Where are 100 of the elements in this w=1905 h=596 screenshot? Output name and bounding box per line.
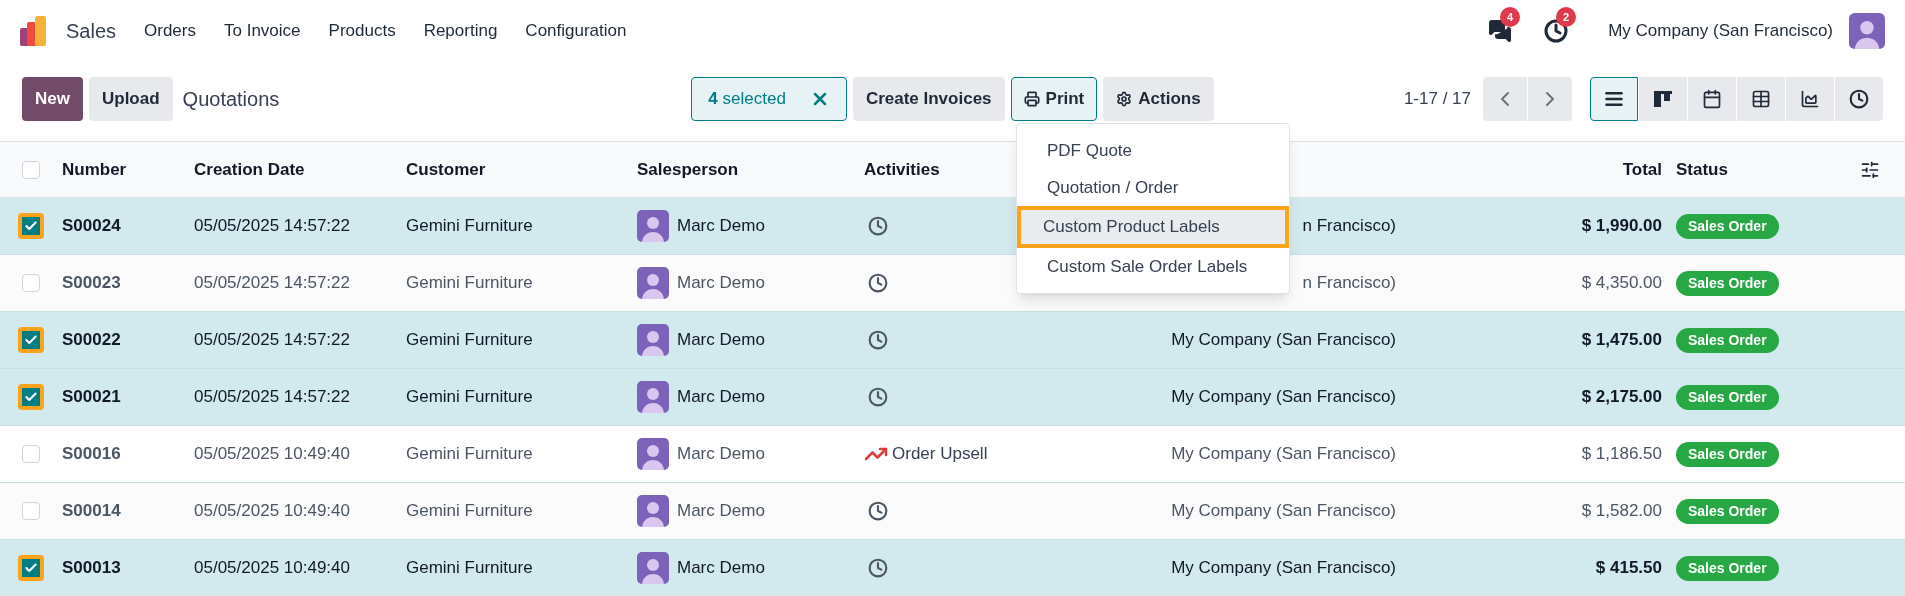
status-badge: Sales Order <box>1676 214 1779 239</box>
table-cell-text: $ 1,186.50 <box>1581 443 1662 466</box>
breadcrumb-title: Quotations <box>182 86 280 112</box>
view-switch-button[interactable] <box>1639 76 1687 121</box>
notification-badge: 4 <box>1500 7 1521 27</box>
table-cell-text: 05/05/2025 14:57:22 <box>194 329 351 352</box>
graph-view-icon <box>1800 88 1820 109</box>
status-badge: Sales Order <box>1676 442 1779 467</box>
status-badge: Sales Order <box>1676 499 1779 524</box>
column-header[interactable]: Status <box>1676 156 1860 183</box>
menu-item[interactable]: Products <box>328 18 396 44</box>
actions-button[interactable]: Actions <box>1103 76 1214 121</box>
check-icon <box>24 561 38 575</box>
column-header[interactable]: Number <box>62 156 194 183</box>
calendar-view-icon <box>1702 88 1722 109</box>
table-cell-text: S00021 <box>62 386 122 409</box>
checkbox[interactable] <box>18 327 44 353</box>
table-cell-text: Gemini Furniture <box>406 443 534 466</box>
table-cell-text: $ 4,350.00 <box>1581 272 1662 295</box>
pivot-view-icon <box>1751 88 1771 109</box>
table-cell-text: My Company (San Francisco) <box>1171 500 1396 523</box>
table-cell-text: My Company (San Francisco) <box>1171 557 1396 580</box>
menu-item[interactable]: Orders <box>144 18 196 44</box>
status-badge: Sales Order <box>1676 556 1779 581</box>
status-badge: Sales Order <box>1676 328 1779 353</box>
print-button[interactable]: Print <box>1010 76 1098 121</box>
create-invoices-button[interactable]: Create Invoices <box>852 76 1005 121</box>
avatar-icon <box>637 438 669 470</box>
checkbox[interactable] <box>18 213 44 239</box>
menu-item[interactable]: To Invoice <box>224 18 301 44</box>
column-header[interactable]: Creation Date <box>194 156 406 183</box>
dropdown-item[interactable]: Custom Product Labels <box>1017 206 1289 248</box>
column-settings-icon[interactable] <box>1860 159 1880 180</box>
checkbox[interactable] <box>22 445 40 463</box>
table-cell-text: Marc Demo <box>677 500 765 523</box>
table-cell-text: 05/05/2025 10:49:40 <box>194 557 351 580</box>
table-cell-text: S00023 <box>62 272 122 295</box>
table-row[interactable]: S00021 05/05/2025 14:57:22 Gemini Furniture Marc Demo My Company (San Francisco) $ 2,175.00 Sales Order <box>0 369 1905 426</box>
avatar-icon <box>637 381 669 413</box>
view-switch-button[interactable] <box>1590 76 1638 121</box>
activity-clock-icon[interactable] <box>868 501 888 521</box>
avatar-icon <box>1849 13 1885 49</box>
pager-value: 1-17 / 17 <box>1403 87 1471 110</box>
table-row[interactable]: S00013 05/05/2025 10:49:40 Gemini Furniture Marc Demo My Company (San Francisco) $ 415.50 Sales Order <box>0 540 1905 596</box>
avatar-icon <box>637 552 669 584</box>
selection-count: 4 selected <box>708 87 786 110</box>
activity-view-icon <box>1849 88 1869 109</box>
table-cell-text: Marc Demo <box>677 386 765 409</box>
table-cell-text: My Company (San Francisco) <box>1171 443 1396 466</box>
activity-clock-icon[interactable] <box>868 330 888 350</box>
activity-clock-icon[interactable] <box>868 273 888 293</box>
table-cell-text: Marc Demo <box>677 443 765 466</box>
column-header[interactable]: Salesperson <box>637 156 864 183</box>
checkbox[interactable] <box>18 555 44 581</box>
menu-item[interactable]: Configuration <box>525 18 627 44</box>
activity-clock-icon[interactable] <box>868 387 888 407</box>
table-cell-text: $ 1,582.00 <box>1581 500 1662 523</box>
table-cell-text: Marc Demo <box>677 272 765 295</box>
table-cell-text: 05/05/2025 10:49:40 <box>194 500 351 523</box>
view-switch-button[interactable] <box>1737 76 1785 121</box>
kanban-view-icon <box>1654 90 1672 107</box>
upload-button[interactable]: Upload <box>88 76 173 121</box>
notification-badge: 2 <box>1556 7 1577 27</box>
checkbox[interactable] <box>22 160 40 179</box>
app-name[interactable]: Sales <box>66 16 117 46</box>
view-switch-button[interactable] <box>1688 76 1736 121</box>
avatar-icon <box>637 267 669 299</box>
checkbox[interactable] <box>22 502 40 520</box>
column-header[interactable]: Total <box>1400 156 1662 183</box>
table-cell-text: Gemini Furniture <box>406 500 534 523</box>
column-header[interactable]: Customer <box>406 156 637 183</box>
status-badge: Sales Order <box>1676 271 1779 296</box>
table-cell-text: $ 1,990.00 <box>1581 215 1662 238</box>
messages-icon[interactable] <box>1488 19 1513 43</box>
menu-item[interactable]: Reporting <box>423 18 498 44</box>
table-cell-text: Marc Demo <box>677 557 765 580</box>
table-cell-text: My Company (San Francisco) <box>1171 386 1396 409</box>
settings-icon <box>1116 90 1133 107</box>
table-cell-text: Gemini Furniture <box>406 557 534 580</box>
table-row[interactable]: S00022 05/05/2025 14:57:22 Gemini Furniture Marc Demo My Company (San Francisco) $ 1,475.00 Sales Order <box>0 312 1905 369</box>
activity-icon[interactable] <box>1544 19 1569 43</box>
view-switch-button[interactable] <box>1786 76 1834 121</box>
table-cell-text: $ 415.50 <box>1595 557 1662 580</box>
avatar-icon <box>637 495 669 527</box>
activity-clock-icon[interactable] <box>868 558 888 578</box>
table-cell-text: S00024 <box>62 215 122 238</box>
company-switcher[interactable]: My Company (San Francisco) <box>1608 18 1833 44</box>
table-cell-text: Gemini Furniture <box>406 386 534 409</box>
dropdown-item[interactable]: PDF Quote <box>1017 132 1289 169</box>
activity-label[interactable]: Order Upsell <box>892 441 988 467</box>
table-cell-text: Gemini Furniture <box>406 215 534 238</box>
activity-clock-icon[interactable] <box>868 216 888 236</box>
table-cell-text: 05/05/2025 14:57:22 <box>194 386 351 409</box>
table-cell-text: Gemini Furniture <box>406 272 534 295</box>
table-cell-text: My Company (San Francisco) <box>1171 329 1396 352</box>
new-button[interactable]: New <box>22 76 83 121</box>
view-switch-button[interactable] <box>1835 76 1883 121</box>
checkbox[interactable] <box>18 384 44 410</box>
checkbox[interactable] <box>22 274 40 292</box>
table-row[interactable]: S00014 05/05/2025 10:49:40 Gemini Furniture Marc Demo My Company (San Francisco) $ 1,582.00 Sales Order <box>0 483 1905 540</box>
